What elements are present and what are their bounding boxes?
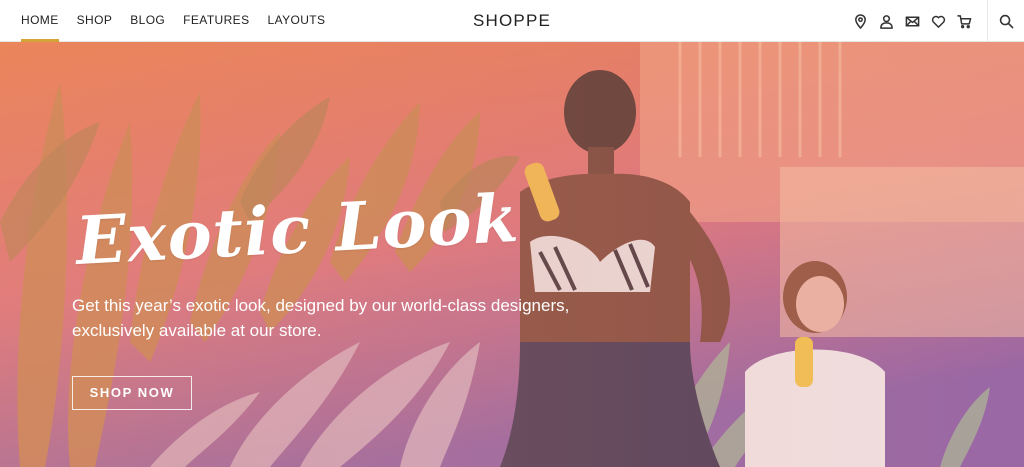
user-icon (879, 14, 893, 29)
cart-icon (956, 14, 971, 28)
cart-button[interactable] (951, 0, 977, 42)
mail-icon (905, 16, 919, 26)
search-button[interactable] (988, 0, 1024, 42)
nav-item-home[interactable]: HOME (12, 0, 68, 42)
contact-button[interactable] (899, 0, 925, 42)
header-icons (847, 0, 1024, 42)
wishlist-button[interactable] (925, 0, 951, 42)
search-icon (999, 14, 1013, 28)
main-nav: HOME SHOP BLOG FEATURES LAYOUTS (12, 0, 334, 42)
nav-item-shop[interactable]: SHOP (68, 0, 122, 42)
site-header: HOME SHOP BLOG FEATURES LAYOUTS SHOPPE (0, 0, 1024, 42)
nav-item-blog[interactable]: BLOG (121, 0, 174, 42)
heart-icon (931, 15, 945, 28)
hero-description: Get this year’s exotic look, designed by… (72, 296, 570, 340)
store-locator-button[interactable] (847, 0, 873, 42)
account-button[interactable] (873, 0, 899, 42)
nav-item-layouts[interactable]: LAYOUTS (259, 0, 335, 42)
nav-item-features[interactable]: FEATURES (174, 0, 258, 42)
location-pin-icon (854, 13, 866, 29)
shop-now-button[interactable]: SHOP NOW (72, 376, 192, 410)
hero-banner: Exotic Look Get this year’s exotic look,… (0, 42, 1024, 467)
